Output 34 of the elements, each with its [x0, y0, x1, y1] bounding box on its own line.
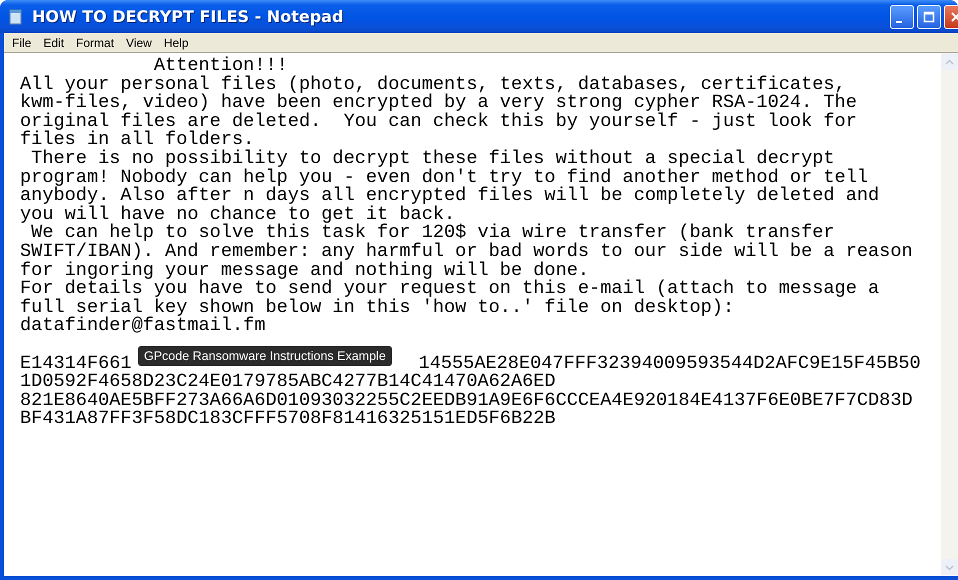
text-line: For details you have to send your request on this e-mail (attach to message a: [20, 280, 880, 299]
menu-item[interactable]: View: [120, 36, 158, 50]
text-line: There is no possibility to decrypt these files without a special decrypt: [30, 150, 835, 169]
text-line: anybody. Also after n days all encrypted files will be completely deleted and: [20, 187, 880, 206]
text-line: We can help to solve this task for 120$ via wire transfer (bank transfer: [31, 224, 836, 243]
menu-item[interactable]: Format: [70, 36, 120, 50]
text-line: you will have no chance to get it back.: [20, 206, 456, 224]
text-line: full serial key shown below in this 'how to..' file on desktop):: [20, 298, 736, 318]
menu-item[interactable]: File: [6, 36, 38, 50]
chevron-down-icon: [945, 564, 954, 570]
text-line: for ingoring your message and nothing will be done.: [20, 262, 590, 280]
text-line: SWIFT/IBAN). And remember: any harmful or bad words to our side will be a reason: [20, 242, 914, 262]
chevron-up-icon: [945, 58, 954, 64]
text-line: 1D0592F4658D23C24E0179785ABC4277B14C41470A62A6ED: [20, 373, 557, 392]
notepad-icon: [8, 8, 24, 24]
menu-item[interactable]: Help: [158, 36, 195, 50]
maximize-icon: [923, 10, 935, 22]
text-line: program! Nobody can help you - even don't try to find another method or tell: [20, 168, 868, 188]
text-line: kwm-files, video) have been encrypted by a very strong cypher RSA-1024. The: [20, 94, 858, 113]
text-line: files in all folders.: [20, 131, 254, 150]
text-line: 821E8640AE5BFF273A66A6D01093032255C2EEDB91A9E6F6CCCEA4E920184E4137F6E0BE7F7CD83D: [20, 392, 914, 410]
window-title: HOW TO DECRYPT FILES - Notepad: [32, 7, 344, 26]
minimize-button[interactable]: [890, 4, 914, 28]
minimize-icon: [896, 20, 902, 22]
text-line: All your personal files (photo, documents, texts, databases, certificates,: [20, 76, 846, 94]
text-line: Attention!!!: [154, 57, 289, 76]
text-line: datafinder@fastmail.fm: [20, 317, 266, 336]
text-line: 14555AE28E047FFF32394009593544D2AFC9E15F45B50: [418, 354, 921, 374]
maximize-button[interactable]: [917, 4, 941, 28]
menu-item[interactable]: Edit: [37, 36, 70, 50]
text-line: original files are deleted. You can check this by yourself - just look for: [20, 112, 858, 132]
text-line: BF431A87FF3F58DC183CFFF5708F81416325151ED5F6B22B: [20, 410, 557, 429]
tooltip: GPcode Ransomware Instructions Example: [138, 346, 392, 366]
text-line: E14314F661: [20, 354, 132, 374]
